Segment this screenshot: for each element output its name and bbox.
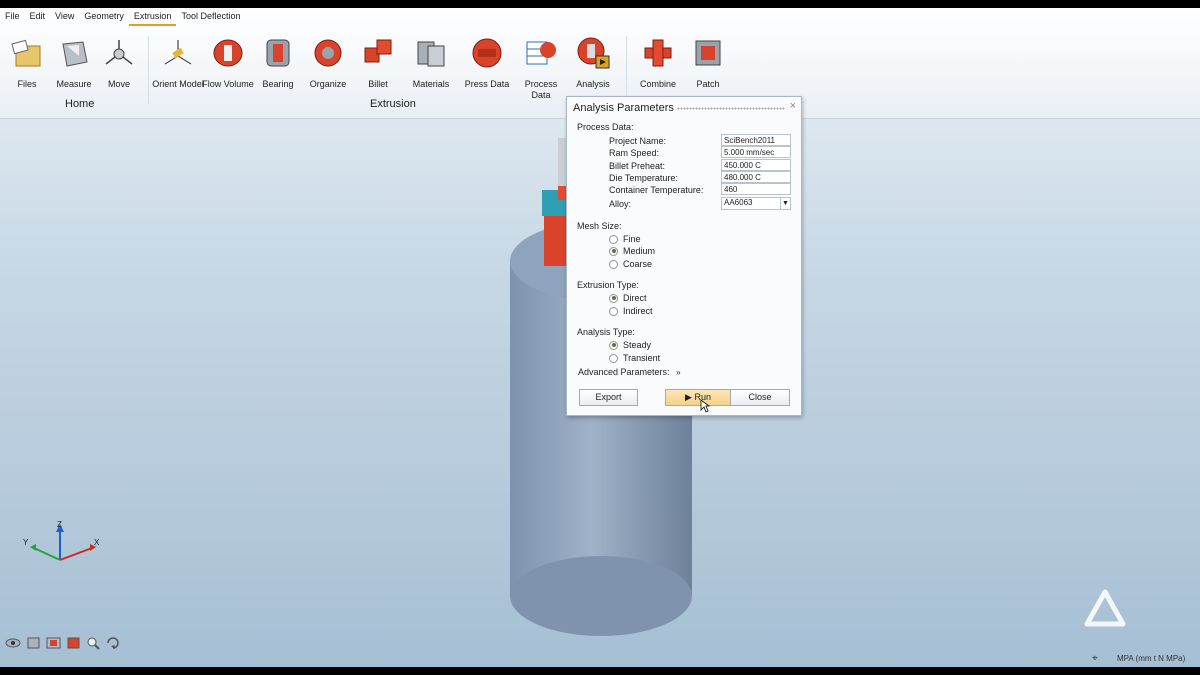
measure-icon — [57, 36, 91, 70]
chevron-down-icon[interactable]: ▼ — [780, 198, 790, 209]
export-button[interactable]: Export — [579, 389, 638, 406]
view-frame-icon[interactable] — [45, 636, 62, 650]
move-button[interactable]: Move — [92, 36, 146, 90]
alloy-label: Alloy: — [609, 199, 632, 209]
container-temperature-label: Container Temperature: — [609, 185, 704, 195]
mouse-cursor-icon — [700, 399, 710, 413]
extrusion-direct-radio[interactable]: Direct — [609, 293, 647, 303]
bearing-button[interactable]: Bearing — [251, 36, 305, 90]
container-temperature-field[interactable] — [721, 183, 791, 195]
run-button[interactable]: ▶ Run — [665, 389, 731, 406]
billet-preheat-label: Billet Preheat: — [609, 161, 666, 171]
organize-button[interactable]: Organize — [301, 36, 355, 90]
die-temperature-label: Die Temperature: — [609, 173, 678, 183]
flow-volume-button[interactable]: Flow Volume — [201, 36, 255, 90]
process-data-label: Process Data: — [577, 122, 634, 132]
menu-file[interactable]: File — [0, 8, 25, 26]
mesh-medium-radio[interactable]: Medium — [609, 246, 655, 256]
play-icon: ▶ — [685, 392, 692, 402]
orient-model-icon — [161, 36, 195, 70]
analysis-type-label: Analysis Type: — [577, 327, 635, 337]
analysis-parameters-dialog: Analysis Parameters × Process Data: Proj… — [566, 96, 802, 416]
units-label: MPA (mm t N MPa) — [1117, 654, 1186, 663]
organize-icon — [311, 36, 345, 70]
flow-volume-icon — [211, 36, 245, 70]
billet-preheat-field[interactable] — [721, 159, 791, 171]
axis-z-label: Z — [57, 520, 62, 529]
patch-button[interactable]: Patch — [681, 36, 735, 90]
axis-triad: Z X Y — [23, 520, 100, 561]
mesh-size-label: Mesh Size: — [577, 221, 622, 231]
move-icon — [102, 36, 136, 70]
patch-icon — [691, 36, 725, 70]
analysis-icon — [576, 36, 610, 70]
snap-icon[interactable]: ⌖ — [1092, 653, 1098, 664]
dialog-drag-handle[interactable] — [677, 107, 785, 110]
menu-tool-deflection[interactable]: Tool Deflection — [176, 8, 245, 26]
ram-speed-label: Ram Speed: — [609, 148, 660, 158]
bearing-icon — [261, 36, 295, 70]
materials-button[interactable]: Materials — [404, 36, 458, 90]
combine-button[interactable]: Combine — [631, 36, 685, 90]
analysis-transient-radio[interactable]: Transient — [609, 353, 660, 363]
billet-icon — [361, 36, 395, 70]
app-logo-icon — [1084, 589, 1126, 627]
group-label-home: Home — [65, 98, 95, 110]
view-toolbar — [5, 636, 122, 650]
rotate-icon[interactable] — [105, 636, 122, 650]
view-eye-icon[interactable] — [5, 636, 22, 650]
axis-x-label: X — [94, 538, 100, 547]
orient-model-button[interactable]: Orient Model — [151, 36, 205, 90]
menu-bar: File Edit View Geometry Extrusion Tool D… — [0, 8, 1200, 26]
ram-speed-field[interactable] — [721, 146, 791, 158]
extrusion-type-label: Extrusion Type: — [577, 280, 639, 290]
menu-extrusion[interactable]: Extrusion — [128, 8, 177, 26]
menu-view[interactable]: View — [50, 8, 79, 26]
die-temperature-field[interactable] — [721, 171, 791, 183]
view-cube-icon[interactable] — [25, 636, 42, 650]
process-data-icon — [524, 36, 558, 70]
menu-edit[interactable]: Edit — [25, 8, 51, 26]
alloy-value: AA6063 — [724, 198, 753, 207]
menu-geometry[interactable]: Geometry — [79, 8, 129, 26]
mesh-fine-radio[interactable]: Fine — [609, 234, 641, 244]
double-chevron-down-icon: » — [676, 368, 681, 377]
files-icon — [10, 36, 44, 70]
view-solid-icon[interactable] — [65, 636, 82, 650]
alloy-select[interactable]: AA6063 ▼ — [721, 197, 791, 210]
application-window: File Edit View Geometry Extrusion Tool D… — [0, 8, 1200, 667]
ribbon-separator — [148, 36, 149, 104]
analysis-button[interactable]: Analysis — [566, 36, 620, 90]
axis-y-label: Y — [23, 538, 29, 547]
close-button[interactable]: Close — [730, 389, 790, 406]
zoom-icon[interactable] — [85, 636, 102, 650]
status-bar: ⌖ MPA (mm t N MPa) — [0, 651, 1200, 667]
analysis-steady-radio[interactable]: Steady — [609, 340, 651, 350]
press-data-icon — [470, 36, 504, 70]
process-data-button[interactable]: Process Data — [514, 36, 568, 101]
ribbon-separator — [626, 36, 627, 104]
close-icon[interactable]: × — [790, 100, 796, 112]
project-name-label: Project Name: — [609, 136, 667, 146]
mesh-coarse-radio[interactable]: Coarse — [609, 259, 652, 269]
group-label-extrusion: Extrusion — [370, 98, 416, 110]
dialog-title: Analysis Parameters — [573, 102, 674, 114]
combine-icon — [641, 36, 675, 70]
project-name-field[interactable] — [721, 134, 791, 146]
extrusion-indirect-radio[interactable]: Indirect — [609, 306, 653, 316]
files-button[interactable]: Files — [0, 36, 54, 90]
billet-button[interactable]: Billet — [351, 36, 405, 90]
materials-icon — [414, 36, 448, 70]
advanced-parameters-toggle[interactable]: Advanced Parameters: » — [578, 367, 681, 377]
press-data-button[interactable]: Press Data — [460, 36, 514, 90]
